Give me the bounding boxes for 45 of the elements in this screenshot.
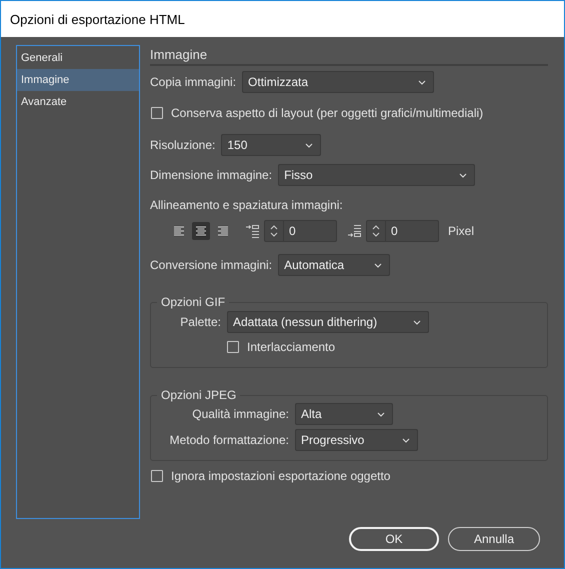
caret-icon: [377, 412, 385, 416]
caret-icon: [459, 172, 468, 178]
dropdown[interactable]: Alta: [295, 403, 393, 425]
space-before-field[interactable]: 0: [264, 220, 337, 242]
dropdown[interactable]: Ottimizzata: [242, 71, 434, 93]
group-title: Opzioni GIF: [160, 294, 226, 310]
dropdown[interactable]: 150: [221, 134, 322, 156]
unit-label: Pixel: [448, 224, 474, 238]
field-label: Dimensione immagine:: [150, 168, 272, 182]
sidebar-item[interactable]: Immagine: [17, 69, 139, 91]
dropdown[interactable]: Progressivo: [295, 429, 418, 451]
stepper-arrows-icon: [270, 224, 278, 238]
space-after-field[interactable]: 0: [366, 220, 439, 242]
cancel-button[interactable]: Annulla: [448, 527, 540, 551]
field-label: Conversione immagini:: [150, 258, 272, 272]
align-center-icon[interactable]: [192, 222, 210, 240]
field-label: Copia immagini:: [150, 75, 236, 89]
sidebar-item[interactable]: Avanzate: [17, 91, 139, 113]
field-label: Qualità immagine:: [191, 407, 289, 421]
checkbox-label: Conserva aspetto di layout (per oggetti grafici/multimediali): [171, 106, 484, 120]
checkbox[interactable]: [151, 470, 163, 482]
dropdown[interactable]: Adattata (nessun dithering): [227, 311, 429, 333]
checkbox-label: Ignora impostazioni esportazione oggetto: [171, 469, 390, 483]
caret-icon: [402, 438, 410, 442]
caret-icon: [418, 80, 426, 84]
space-after-icon: [347, 224, 363, 238]
dropdown[interactable]: Automatica: [278, 254, 390, 276]
field-label: Risoluzione:: [150, 138, 216, 152]
caret-icon: [374, 262, 382, 268]
stepper-arrows-icon: [372, 224, 380, 238]
field-label: Metodo formattazione:: [168, 433, 289, 447]
field-label: Allineamento e spaziatura immagini:: [150, 198, 343, 212]
dropdown[interactable]: Fisso: [278, 164, 476, 186]
group-title: Opzioni JPEG: [160, 387, 238, 403]
ok-button[interactable]: OK: [349, 527, 439, 551]
window-title: Opzioni di esportazione HTML: [10, 12, 185, 26]
checkbox[interactable]: [227, 341, 239, 353]
section-title: Immagine: [150, 45, 548, 66]
sidebar-item[interactable]: Generali: [17, 47, 139, 69]
caret-icon: [305, 142, 314, 148]
field-label: Palette:: [179, 315, 221, 329]
checkbox-label: Interlacciamento: [247, 340, 336, 354]
checkbox[interactable]: [151, 107, 163, 119]
space-before-icon: [245, 224, 261, 238]
caret-icon: [413, 320, 421, 324]
